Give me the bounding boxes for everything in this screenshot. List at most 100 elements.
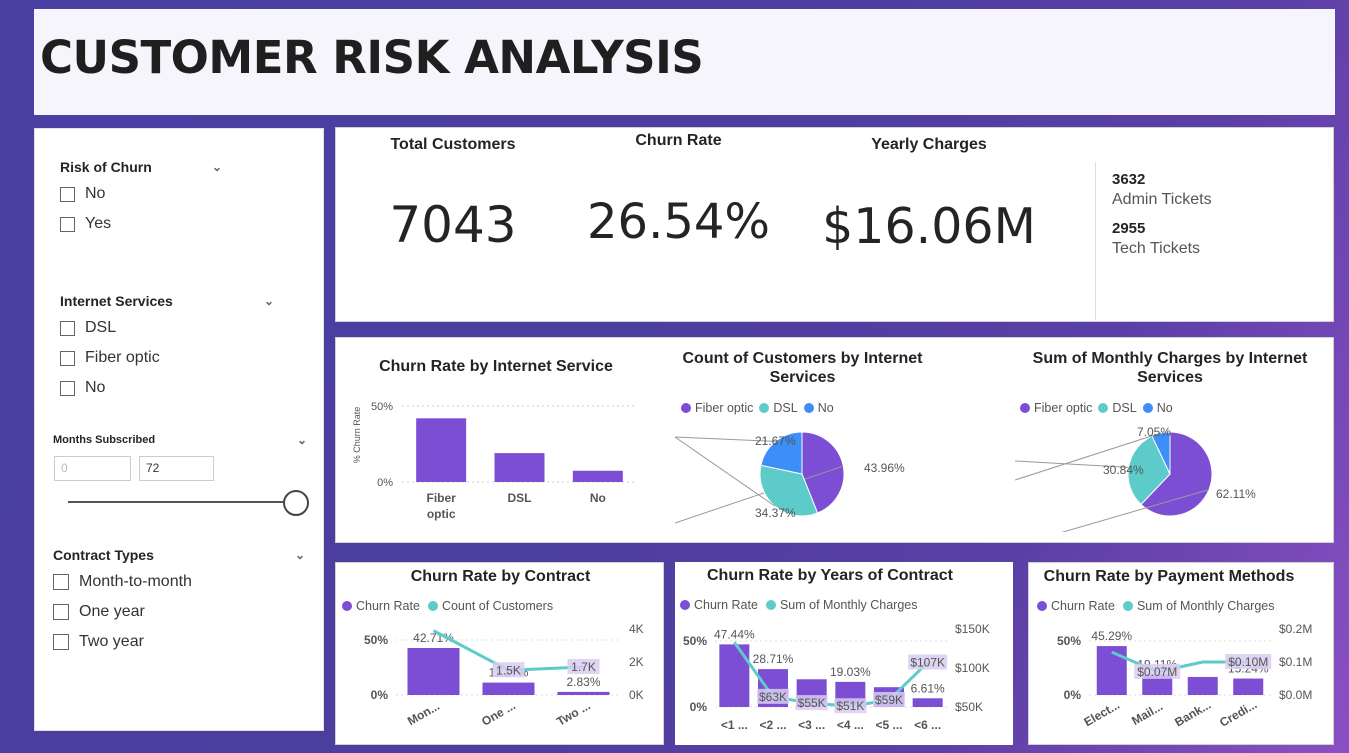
line-data-label: $107K [910, 656, 945, 670]
bar [719, 644, 750, 707]
bar-data-label: 47.44% [714, 627, 755, 641]
line-data-label: $63K [759, 690, 787, 704]
contract-option-two-year[interactable]: Two year [53, 627, 307, 657]
x-tick-label: No [590, 491, 606, 505]
chart-svg: 62.11% 30.84% 7.05% [1015, 425, 1256, 532]
bar [416, 418, 467, 482]
x-tick-label: Mail... [1129, 699, 1165, 728]
chart-svg: 50%0%$0.0M$0.1M$0.2M45.29%Elect...19.11%… [1057, 622, 1312, 730]
internet-slicer-title: Internet Services [60, 293, 173, 309]
slice-label: 34.37% [755, 506, 796, 520]
y-tick-label: 0% [377, 477, 393, 489]
slice-label: 43.96% [864, 461, 905, 475]
x-tick-label: Fiber [426, 491, 456, 505]
option-label: Fiber optic [85, 349, 160, 366]
internet-churn-chart[interactable]: Churn Rate by Internet Service 50% 0%% Ch… [347, 354, 645, 532]
internet-option-dsl[interactable]: DSL [60, 313, 274, 343]
chevron-down-icon[interactable]: ⌄ [212, 160, 222, 174]
page-title: CUSTOMER RISK ANALYSIS [40, 31, 704, 84]
x-tick-label: DSL [508, 491, 532, 505]
option-label: No [85, 185, 106, 202]
months-max-input[interactable]: 72 [139, 456, 214, 481]
contract-option-one-year[interactable]: One year [53, 597, 307, 627]
contract-option-month[interactable]: Month-to-month [53, 567, 307, 597]
bar-data-label: 2.83% [566, 675, 600, 689]
x-tick-label: Mon... [405, 699, 442, 728]
option-label: DSL [85, 319, 117, 336]
checkbox-icon[interactable] [60, 320, 75, 336]
charges-pie-chart[interactable]: Sum of Monthly Charges by Internet Servi… [1015, 349, 1325, 532]
y2-tick-label: $0.0M [1279, 688, 1312, 702]
y2-tick-label: 2K [629, 655, 644, 669]
checkbox-icon[interactable] [60, 350, 75, 366]
x-tick-label: Credi... [1217, 697, 1259, 729]
slice-label: 21.67% [755, 434, 796, 448]
risk-slicer-title: Risk of Churn [60, 159, 152, 175]
contract-slicer-title: Contract Types [53, 547, 154, 563]
slice-label: 30.84% [1103, 463, 1144, 477]
bar-data-label: 28.71% [753, 652, 794, 666]
checkbox-icon[interactable] [60, 216, 75, 232]
risk-slicer: Risk of Churn ⌄ No Yes [48, 153, 234, 261]
line-data-label: $51K [836, 699, 864, 713]
internet-option-no[interactable]: No [60, 373, 274, 403]
y-tick-label: 50% [364, 633, 388, 647]
card-title: Churn Rate [635, 132, 722, 149]
line-data-label: $0.10M [1228, 655, 1268, 669]
months-min-input[interactable]: 0 [54, 456, 131, 481]
x-tick-label: <3 ... [798, 718, 825, 732]
y-tick-label: 50% [1057, 634, 1081, 648]
slice-label: 7.05% [1137, 425, 1171, 439]
bar [407, 648, 460, 695]
option-label: Month-to-month [79, 573, 192, 590]
checkbox-icon[interactable] [53, 604, 69, 620]
checkbox-icon[interactable] [60, 380, 75, 396]
tech-tickets-label: Tech Tickets [1112, 240, 1201, 257]
risk-option-no[interactable]: No [60, 179, 222, 209]
card-title: Yearly Charges [871, 136, 987, 153]
bar [1233, 678, 1264, 695]
option-label: One year [79, 603, 145, 620]
line-data-label: $0.07M [1137, 665, 1177, 679]
risk-option-yes[interactable]: Yes [60, 209, 222, 239]
y-tick-label: 0% [690, 700, 708, 714]
chevron-down-icon[interactable]: ⌄ [297, 433, 307, 447]
internet-slicer: Internet Services ⌄ DSL Fiber optic No [48, 287, 286, 427]
slider-track[interactable] [68, 501, 296, 503]
churn-rate-card: Churn Rate 26.54% [582, 130, 775, 314]
checkbox-icon[interactable] [60, 186, 75, 202]
bar [1187, 676, 1218, 695]
chevron-down-icon[interactable]: ⌄ [295, 548, 305, 562]
contract-churn-chart[interactable]: Churn Rate by Contract Churn Rate Count … [335, 562, 664, 745]
y-tick-label: 0% [371, 688, 389, 702]
card-value: 26.54% [586, 194, 771, 250]
card-value: 7043 [389, 196, 517, 254]
slice-label: 62.11% [1216, 487, 1256, 501]
bar-data-label: 45.29% [1091, 629, 1132, 643]
checkbox-icon[interactable] [53, 574, 69, 590]
checkbox-icon[interactable] [53, 634, 69, 650]
y-tick-label: 50% [371, 401, 393, 413]
option-label: Two year [79, 633, 144, 650]
line-data-label: $59K [875, 693, 903, 707]
years-churn-chart[interactable]: Churn Rate by Years of Contract Churn Ra… [675, 562, 1013, 745]
chevron-down-icon[interactable]: ⌄ [264, 294, 274, 308]
chart-svg: 50%0%0K2K4K42.71%Mon...11.27%One ...2.83… [364, 622, 644, 729]
tickets-card: 3632 Admin Tickets 2955 Tech Tickets [1095, 162, 1332, 320]
bar-data-label: 19.03% [830, 665, 871, 679]
admin-tickets-label: Admin Tickets [1112, 191, 1212, 208]
card-value: $16.06M [822, 198, 1036, 255]
bar [572, 470, 623, 482]
customers-pie-chart[interactable]: Count of Customers by Internet Services … [675, 349, 930, 532]
x-tick-label: <6 ... [914, 718, 941, 732]
filter-panel: Risk of Churn ⌄ No Yes Internet Services… [34, 128, 324, 731]
bar [557, 691, 610, 695]
line-data-label: 1.7K [571, 660, 596, 674]
y-axis-label: % Churn Rate [352, 407, 362, 464]
internet-option-fiber[interactable]: Fiber optic [60, 343, 274, 373]
payment-churn-chart[interactable]: Churn Rate by Payment Methods Churn Rate… [1028, 562, 1334, 745]
months-slicer-title: Months Subscribed [53, 434, 156, 446]
tech-tickets-value: 2955 [1112, 220, 1146, 237]
slider-handle[interactable] [283, 490, 309, 516]
total-customers-card: Total Customers 7043 [347, 131, 559, 314]
